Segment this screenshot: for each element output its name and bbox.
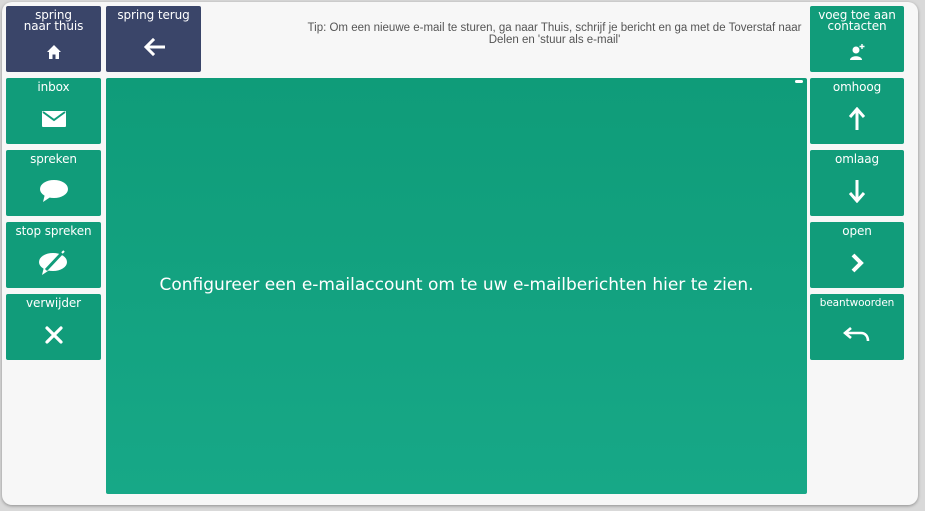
down-button[interactable]: omlaag — [810, 150, 904, 216]
speak-button[interactable]: spreken — [6, 150, 101, 216]
scroll-indicator[interactable] — [795, 80, 803, 83]
down-button-label: omlaag — [834, 152, 880, 166]
back-button[interactable]: spring terug — [106, 6, 201, 72]
envelope-icon — [41, 110, 66, 127]
tip-text: Tip: Om een nieuwe e-mail te sturen, ga … — [307, 22, 802, 46]
empty-state-message: Configureer een e-mailaccount om te uw e… — [159, 275, 754, 295]
up-button-label: omhoog — [832, 80, 882, 94]
reply-button[interactable]: beantwoorden — [810, 294, 904, 360]
speak-button-label: spreken — [30, 152, 77, 166]
chevron-right-icon — [851, 253, 864, 272]
back-button-label: spring terug — [117, 8, 190, 22]
add-contact-icon — [850, 44, 865, 60]
stop-speaking-button-label: stop spreken — [15, 224, 92, 238]
stop-speaking-button[interactable]: stop spreken — [6, 222, 101, 288]
home-icon — [46, 45, 61, 59]
add-to-contacts-button[interactable]: voeg toe aan contacten — [810, 6, 904, 72]
open-button[interactable]: open — [810, 222, 904, 288]
reply-button-label: beantwoorden — [819, 297, 895, 309]
up-button[interactable]: omhoog — [810, 78, 904, 144]
message-panel[interactable]: Configureer een e-mailaccount om te uw e… — [106, 78, 807, 494]
arrow-left-icon — [143, 37, 165, 56]
reply-icon — [843, 326, 870, 341]
home-button-label: spring naar thuis — [23, 8, 84, 33]
app-window: spring naar thuis spring terug Tip: Om e… — [2, 2, 918, 505]
arrow-down-icon — [849, 179, 865, 203]
delete-button-label: verwijder — [26, 296, 81, 310]
home-button[interactable]: spring naar thuis — [6, 6, 101, 72]
open-button-label: open — [842, 224, 872, 238]
close-icon — [44, 325, 63, 344]
delete-button[interactable]: verwijder — [6, 294, 101, 360]
inbox-button[interactable]: inbox — [6, 78, 101, 144]
arrow-up-icon — [849, 106, 865, 130]
inbox-button-label: inbox — [37, 80, 70, 94]
speech-bubble-slash-icon — [38, 249, 67, 275]
speech-bubble-icon — [39, 179, 68, 202]
add-to-contacts-button-label: voeg toe aan contacten — [818, 8, 896, 33]
